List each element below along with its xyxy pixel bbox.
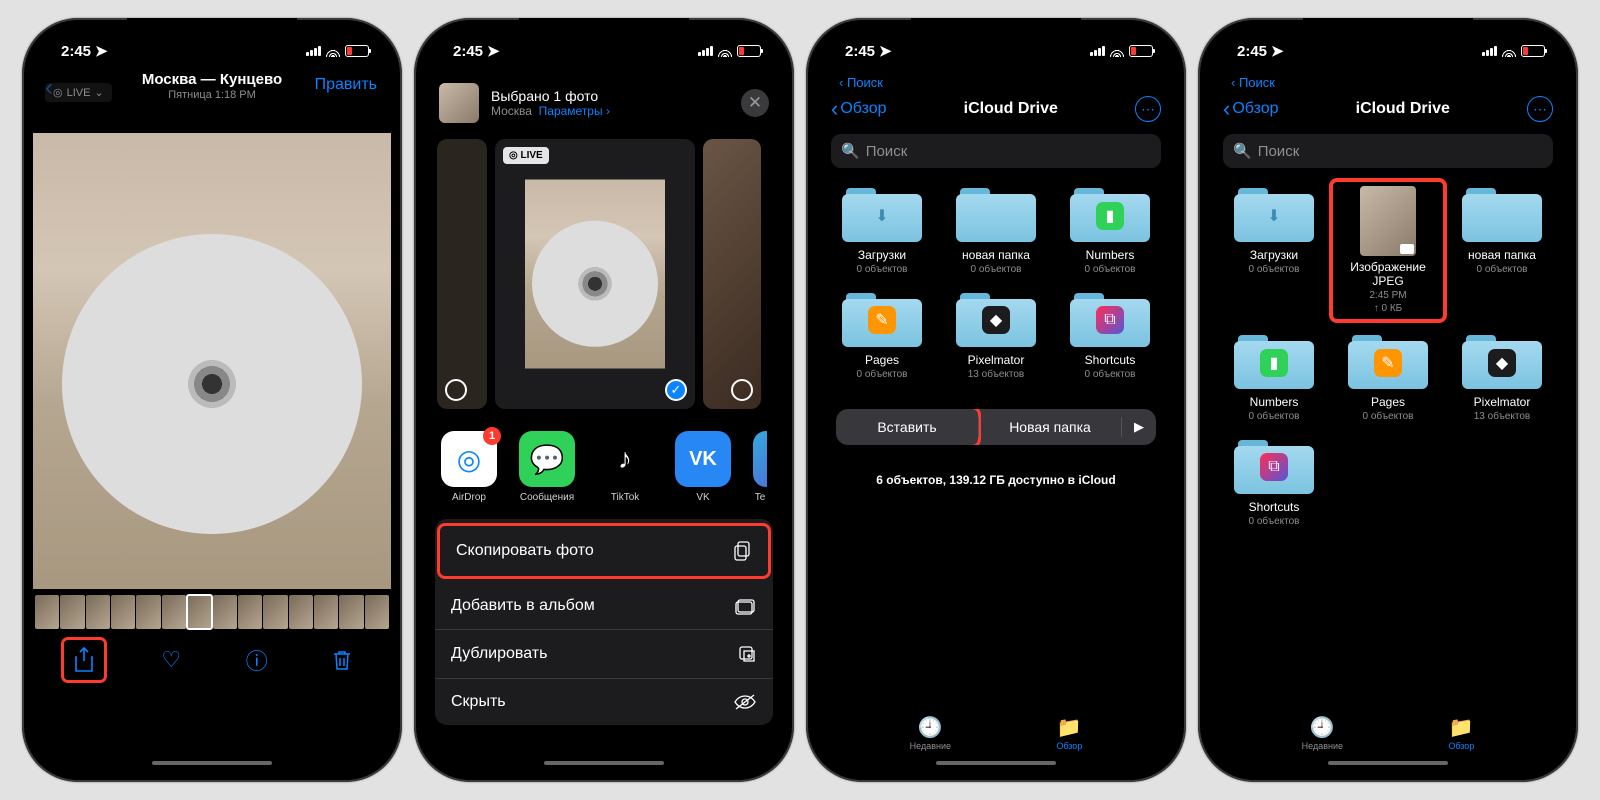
page-title: iCloud Drive	[1279, 100, 1527, 118]
file-jpeg[interactable]: Изображение JPEG 2:45 PM↑ 0 КБ	[1333, 182, 1443, 319]
search-field[interactable]: 🔍Поиск	[831, 134, 1161, 168]
photo-thumbnail-next[interactable]	[703, 139, 761, 409]
share-sheet-header: Выбрано 1 фото Москва Параметры › ✕	[425, 73, 783, 133]
pages-app-icon: ✎	[1374, 349, 1402, 377]
jpeg-thumbnail	[1360, 186, 1416, 256]
shortcuts-app-icon: ⧉	[1096, 306, 1124, 334]
status-time: 2:45	[61, 43, 91, 60]
context-menu: Вставить Новая папка ▶	[836, 409, 1156, 445]
edit-button[interactable]: Править	[315, 76, 377, 94]
action-hide[interactable]: Скрыть	[435, 679, 773, 725]
battery-icon	[1129, 45, 1153, 57]
clock-icon: 🕘	[1302, 715, 1343, 740]
folder-downloads[interactable]: ⬇ Загрузки0 объектов	[1219, 182, 1329, 319]
share-selected-count: Выбрано 1 фото	[491, 88, 610, 104]
share-app-vk[interactable]: VKVK	[675, 431, 731, 503]
selection-check-icon[interactable]: ✓	[665, 379, 687, 401]
more-options-button[interactable]: ⋯	[1527, 96, 1553, 122]
more-options-button[interactable]: ⋯	[1135, 96, 1161, 122]
share-app-tiktok[interactable]: ♪TikTok	[597, 431, 653, 503]
tab-recent[interactable]: 🕘Недавние	[910, 715, 951, 751]
duplicate-icon	[737, 644, 757, 664]
folder-shortcuts[interactable]: ⧉ Shortcuts0 объектов	[1219, 434, 1329, 529]
album-icon	[735, 597, 757, 615]
folder-numbers[interactable]: ▮ Numbers0 объектов	[1219, 329, 1329, 424]
breadcrumb-search[interactable]: ‹ Поиск	[817, 73, 1175, 90]
action-copy-photo[interactable]: Скопировать фото	[437, 523, 771, 579]
context-menu-newfolder[interactable]: Новая папка	[979, 409, 1121, 445]
live-photo-badge[interactable]: ◎LIVE⌄	[45, 83, 112, 102]
folder-icon: 📁	[1448, 715, 1474, 740]
storage-info: 6 объектов, 139.12 ГБ доступно в iCloud	[817, 473, 1175, 487]
folder-icon: 📁	[1056, 715, 1082, 740]
favorite-button[interactable]: ♡	[151, 642, 191, 678]
share-params-link[interactable]: Параметры ›	[539, 104, 610, 118]
share-app-more[interactable]: Te	[753, 431, 767, 503]
folder-pixelmator[interactable]: ◆ Pixelmator13 объектов	[941, 287, 1051, 382]
wifi-icon	[1501, 45, 1517, 57]
clock-icon: 🕘	[910, 715, 951, 740]
folder-pages[interactable]: ✎ Pages0 объектов	[1333, 329, 1443, 424]
folder-pixelmator[interactable]: ◆ Pixelmator13 объектов	[1447, 329, 1557, 424]
share-header-thumbnail	[439, 83, 479, 123]
page-title: iCloud Drive	[887, 100, 1135, 118]
cellular-icon	[698, 46, 713, 56]
breadcrumb-search[interactable]: ‹ Поиск	[1209, 73, 1567, 90]
shortcuts-app-icon: ⧉	[1260, 453, 1288, 481]
folder-pages[interactable]: ✎ Pages0 объектов	[827, 287, 937, 382]
location-arrow-icon: ➤	[879, 42, 892, 60]
context-menu-paste[interactable]: Вставить	[836, 409, 978, 445]
folder-new[interactable]: новая папка0 объектов	[941, 182, 1051, 277]
hide-icon	[733, 694, 757, 710]
share-app-airdrop[interactable]: ◎1 AirDrop	[441, 431, 497, 503]
location-arrow-icon: ➤	[1271, 42, 1284, 60]
battery-icon	[737, 45, 761, 57]
delete-button[interactable]	[322, 642, 362, 678]
context-menu-more[interactable]: ▶	[1122, 409, 1156, 445]
back-button[interactable]: ‹Обзор	[1223, 96, 1279, 122]
cellular-icon	[1090, 46, 1105, 56]
live-badge: ◎ LIVE	[503, 147, 549, 164]
photo-viewport[interactable]	[33, 133, 391, 589]
folder-shortcuts[interactable]: ⧉ Shortcuts0 объектов	[1055, 287, 1165, 382]
download-icon: ⬇	[868, 202, 896, 230]
copy-icon	[732, 540, 752, 562]
back-button[interactable]: ‹Обзор	[831, 96, 887, 122]
action-duplicate[interactable]: Дублировать	[435, 630, 773, 679]
wifi-icon	[1109, 45, 1125, 57]
share-app-messages[interactable]: 💬Сообщения	[519, 431, 575, 503]
tab-recent[interactable]: 🕘Недавние	[1302, 715, 1343, 751]
battery-icon	[345, 45, 369, 57]
numbers-app-icon: ▮	[1260, 349, 1288, 377]
folder-downloads[interactable]: ⬇ Загрузки0 объектов	[827, 182, 937, 277]
cellular-icon	[1482, 46, 1497, 56]
wifi-icon	[717, 45, 733, 57]
search-field[interactable]: 🔍Поиск	[1223, 134, 1553, 168]
wifi-icon	[325, 45, 341, 57]
numbers-app-icon: ▮	[1096, 202, 1124, 230]
tab-browse[interactable]: 📁Обзор	[1448, 715, 1474, 751]
share-button[interactable]	[62, 638, 106, 682]
battery-icon	[1521, 45, 1545, 57]
location-arrow-icon: ➤	[95, 42, 108, 60]
airdrop-badge: 1	[483, 427, 501, 445]
thumbnail-strip[interactable]	[33, 595, 391, 629]
location-arrow-icon: ➤	[487, 42, 500, 60]
search-icon: 🔍	[841, 142, 860, 160]
folder-new[interactable]: новая папка0 объектов	[1447, 182, 1557, 319]
photo-thumbnail-prev[interactable]	[437, 139, 487, 409]
pages-app-icon: ✎	[868, 306, 896, 334]
tab-browse[interactable]: 📁Обзор	[1056, 715, 1082, 751]
pixelmator-app-icon: ◆	[982, 306, 1010, 334]
close-button[interactable]: ✕	[741, 89, 769, 117]
cellular-icon	[306, 46, 321, 56]
folder-numbers[interactable]: ▮ Numbers0 объектов	[1055, 182, 1165, 277]
action-add-to-album[interactable]: Добавить в альбом	[435, 583, 773, 630]
photo-thumbnail-selected[interactable]: ◎ LIVE ✓	[495, 139, 695, 409]
info-button[interactable]: ⓘ	[237, 642, 277, 678]
search-icon: 🔍	[1233, 142, 1252, 160]
pixelmator-app-icon: ◆	[1488, 349, 1516, 377]
download-icon: ⬇	[1260, 202, 1288, 230]
